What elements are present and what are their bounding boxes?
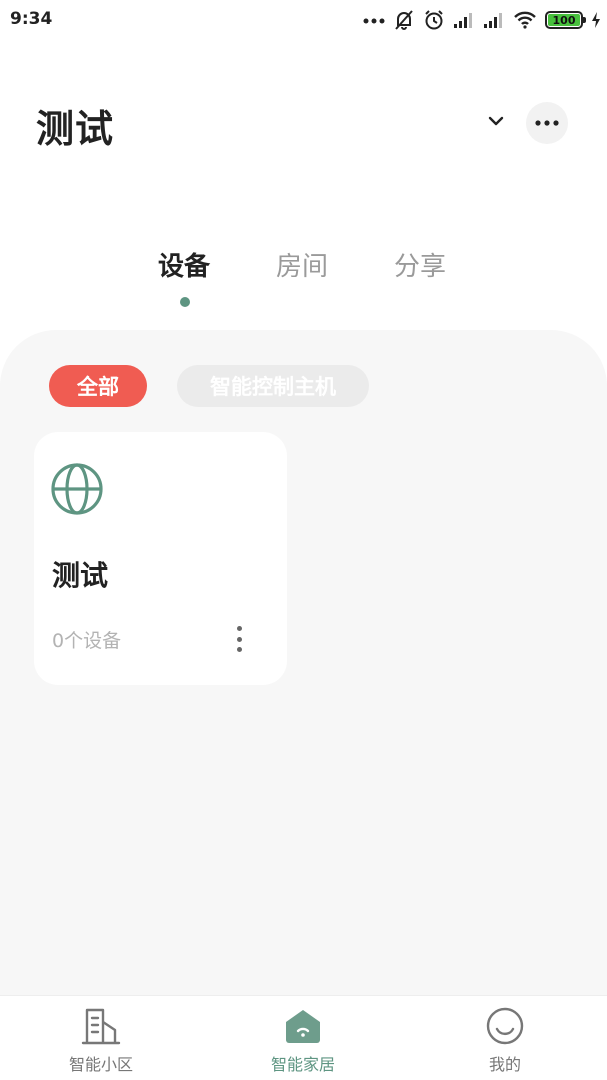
bottom-nav: 智能小区 智能家居 我的: [0, 995, 607, 1080]
signal-icon: [454, 13, 472, 28]
nav-label: 智能家居: [270, 1055, 335, 1074]
device-group-card[interactable]: 测试 0个设备: [34, 432, 287, 685]
status-bar: 9:34 100: [0, 0, 607, 40]
card-title: 测试: [52, 559, 109, 592]
content-panel: 全部 智能控制主机 测试 0个设备: [0, 330, 607, 995]
more-dots-icon: [363, 18, 385, 24]
home-icon: [286, 1010, 320, 1043]
mute-bell-icon: [395, 10, 413, 30]
nav-smart-community[interactable]: 智能小区: [31, 996, 171, 1080]
building-icon: [81, 1008, 121, 1045]
page-title[interactable]: 测试: [36, 98, 114, 153]
status-icons: 100: [363, 8, 601, 32]
filter-chip-smart-host[interactable]: 智能控制主机: [177, 365, 369, 407]
battery-level: 100: [548, 14, 580, 26]
status-time: 9:34: [10, 9, 53, 29]
nav-label: 我的: [488, 1055, 521, 1074]
dot-icon: [236, 636, 242, 642]
filter-chip-all[interactable]: 全部: [49, 365, 147, 407]
tab-rooms[interactable]: 房间: [276, 246, 328, 283]
nav-label: 智能小区: [68, 1055, 133, 1074]
tab-bar: 设备 房间 分享: [0, 246, 607, 316]
battery-icon: 100: [545, 11, 586, 29]
chevron-down-icon[interactable]: [483, 108, 509, 134]
alarm-icon: [425, 10, 443, 30]
signal-icon: [484, 13, 502, 28]
card-more-button[interactable]: [230, 624, 248, 654]
dot-icon: [236, 647, 242, 652]
card-device-count: 0个设备: [52, 630, 122, 652]
wifi-icon: [514, 11, 536, 29]
active-tab-indicator: [180, 297, 190, 307]
more-icon: [535, 120, 559, 126]
tab-devices[interactable]: 设备: [158, 246, 210, 283]
dot-icon: [236, 626, 242, 631]
globe-icon: [51, 463, 103, 515]
tab-share[interactable]: 分享: [394, 246, 446, 283]
charging-icon: [592, 12, 600, 28]
nav-smart-home[interactable]: 智能家居: [233, 996, 373, 1080]
smile-face-icon: [486, 1007, 524, 1045]
nav-mine[interactable]: 我的: [435, 996, 575, 1080]
more-button[interactable]: [526, 102, 568, 144]
